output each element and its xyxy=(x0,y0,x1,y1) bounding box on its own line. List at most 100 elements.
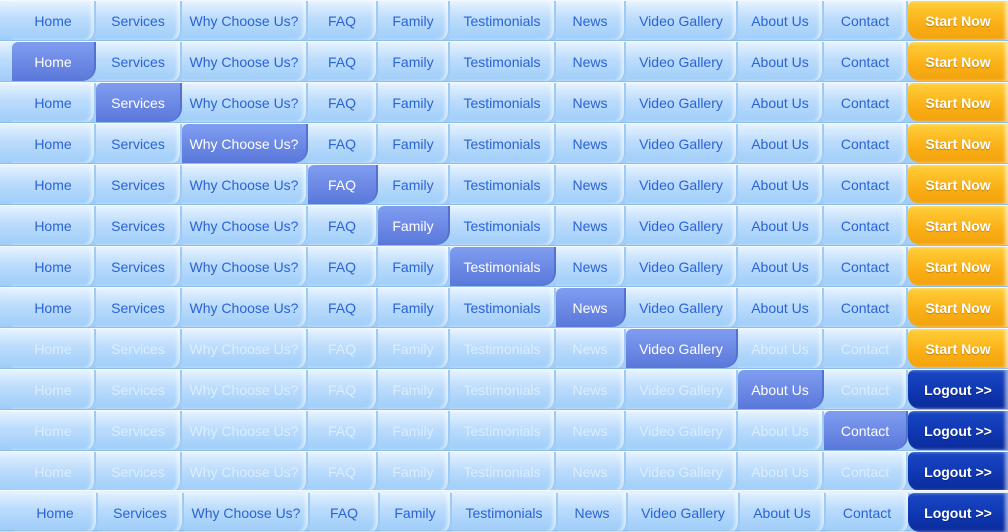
nav-item-about-us[interactable]: About Us xyxy=(740,493,826,532)
nav-item-news[interactable]: News xyxy=(556,329,626,368)
nav-item-about-us[interactable]: About Us xyxy=(738,42,824,81)
nav-item-home[interactable]: Home xyxy=(12,206,96,245)
nav-item-testimonials[interactable]: Testimonials xyxy=(450,288,556,327)
nav-item-home[interactable]: Home xyxy=(12,288,96,327)
nav-item-news[interactable]: News xyxy=(556,452,626,491)
nav-item-video-gallery[interactable]: Video Gallery xyxy=(626,288,738,327)
nav-item-home[interactable]: Home xyxy=(12,411,96,450)
nav-item-testimonials[interactable]: Testimonials xyxy=(450,124,556,163)
nav-item-family[interactable]: Family xyxy=(378,452,450,491)
nav-item-news[interactable]: News xyxy=(556,42,626,81)
nav-item-family[interactable]: Family xyxy=(378,165,450,204)
nav-item-family[interactable]: Family xyxy=(378,206,450,245)
nav-item-about-us[interactable]: About Us xyxy=(738,247,824,286)
nav-item-testimonials[interactable]: Testimonials xyxy=(450,165,556,204)
nav-item-testimonials[interactable]: Testimonials xyxy=(450,452,556,491)
nav-item-about-us[interactable]: About Us xyxy=(738,370,824,409)
nav-item-news[interactable]: News xyxy=(556,288,626,327)
nav-item-family[interactable]: Family xyxy=(378,288,450,327)
nav-item-news[interactable]: News xyxy=(556,370,626,409)
nav-item-services[interactable]: Services xyxy=(96,411,182,450)
nav-item-why-choose-us[interactable]: Why Choose Us? xyxy=(182,124,308,163)
nav-item-home[interactable]: Home xyxy=(12,124,96,163)
start-now-button[interactable]: Start Now xyxy=(908,247,1008,286)
logout-button[interactable]: Logout >> xyxy=(908,493,1008,532)
nav-item-why-choose-us[interactable]: Why Choose Us? xyxy=(182,206,308,245)
nav-item-why-choose-us[interactable]: Why Choose Us? xyxy=(182,1,308,40)
nav-item-video-gallery[interactable]: Video Gallery xyxy=(626,165,738,204)
nav-item-faq[interactable]: FAQ xyxy=(308,124,378,163)
nav-item-services[interactable]: Services xyxy=(96,165,182,204)
logout-button[interactable]: Logout >> xyxy=(908,370,1008,409)
nav-item-services[interactable]: Services xyxy=(96,452,182,491)
nav-item-services[interactable]: Services xyxy=(96,1,182,40)
nav-item-news[interactable]: News xyxy=(556,165,626,204)
start-now-button[interactable]: Start Now xyxy=(908,206,1008,245)
nav-item-family[interactable]: Family xyxy=(378,411,450,450)
nav-item-testimonials[interactable]: Testimonials xyxy=(450,206,556,245)
nav-item-video-gallery[interactable]: Video Gallery xyxy=(626,247,738,286)
nav-item-about-us[interactable]: About Us xyxy=(738,329,824,368)
start-now-button[interactable]: Start Now xyxy=(908,42,1008,81)
nav-item-contact[interactable]: Contact xyxy=(824,329,908,368)
nav-item-faq[interactable]: FAQ xyxy=(308,370,378,409)
nav-item-family[interactable]: Family xyxy=(378,124,450,163)
nav-item-why-choose-us[interactable]: Why Choose Us? xyxy=(182,329,308,368)
nav-item-contact[interactable]: Contact xyxy=(824,247,908,286)
nav-item-family[interactable]: Family xyxy=(378,247,450,286)
logout-button[interactable]: Logout >> xyxy=(908,452,1008,491)
nav-item-home[interactable]: Home xyxy=(12,247,96,286)
nav-item-news[interactable]: News xyxy=(556,247,626,286)
nav-item-home[interactable]: Home xyxy=(14,493,98,532)
nav-item-family[interactable]: Family xyxy=(380,493,452,532)
nav-item-news[interactable]: News xyxy=(556,206,626,245)
nav-item-testimonials[interactable]: Testimonials xyxy=(450,1,556,40)
start-now-button[interactable]: Start Now xyxy=(908,1,1008,40)
nav-item-about-us[interactable]: About Us xyxy=(738,411,824,450)
nav-item-contact[interactable]: Contact xyxy=(824,206,908,245)
start-now-button[interactable]: Start Now xyxy=(908,124,1008,163)
start-now-button[interactable]: Start Now xyxy=(908,83,1008,122)
nav-item-faq[interactable]: FAQ xyxy=(308,165,378,204)
nav-item-video-gallery[interactable]: Video Gallery xyxy=(626,42,738,81)
nav-item-about-us[interactable]: About Us xyxy=(738,452,824,491)
nav-item-contact[interactable]: Contact xyxy=(824,42,908,81)
start-now-button[interactable]: Start Now xyxy=(908,329,1008,368)
nav-item-faq[interactable]: FAQ xyxy=(308,206,378,245)
nav-item-contact[interactable]: Contact xyxy=(824,83,908,122)
nav-item-services[interactable]: Services xyxy=(96,83,182,122)
nav-item-news[interactable]: News xyxy=(558,493,628,532)
nav-item-faq[interactable]: FAQ xyxy=(308,42,378,81)
nav-item-family[interactable]: Family xyxy=(378,329,450,368)
nav-item-news[interactable]: News xyxy=(556,411,626,450)
nav-item-faq[interactable]: FAQ xyxy=(310,493,380,532)
nav-item-family[interactable]: Family xyxy=(378,1,450,40)
nav-item-video-gallery[interactable]: Video Gallery xyxy=(626,1,738,40)
nav-item-video-gallery[interactable]: Video Gallery xyxy=(626,370,738,409)
nav-item-contact[interactable]: Contact xyxy=(826,493,910,532)
nav-item-contact[interactable]: Contact xyxy=(824,370,908,409)
nav-item-contact[interactable]: Contact xyxy=(824,411,908,450)
nav-item-about-us[interactable]: About Us xyxy=(738,83,824,122)
nav-item-contact[interactable]: Contact xyxy=(824,288,908,327)
nav-item-why-choose-us[interactable]: Why Choose Us? xyxy=(182,42,308,81)
nav-item-services[interactable]: Services xyxy=(96,329,182,368)
nav-item-video-gallery[interactable]: Video Gallery xyxy=(626,83,738,122)
nav-item-about-us[interactable]: About Us xyxy=(738,1,824,40)
nav-item-faq[interactable]: FAQ xyxy=(308,329,378,368)
nav-item-news[interactable]: News xyxy=(556,83,626,122)
nav-item-family[interactable]: Family xyxy=(378,83,450,122)
start-now-button[interactable]: Start Now xyxy=(908,288,1008,327)
nav-item-video-gallery[interactable]: Video Gallery xyxy=(626,206,738,245)
nav-item-about-us[interactable]: About Us xyxy=(738,165,824,204)
nav-item-home[interactable]: Home xyxy=(12,329,96,368)
nav-item-services[interactable]: Services xyxy=(96,370,182,409)
nav-item-testimonials[interactable]: Testimonials xyxy=(450,247,556,286)
logout-button[interactable]: Logout >> xyxy=(908,411,1008,450)
nav-item-services[interactable]: Services xyxy=(96,247,182,286)
nav-item-testimonials[interactable]: Testimonials xyxy=(450,42,556,81)
nav-item-services[interactable]: Services xyxy=(96,124,182,163)
nav-item-home[interactable]: Home xyxy=(12,1,96,40)
nav-item-services[interactable]: Services xyxy=(98,493,184,532)
nav-item-why-choose-us[interactable]: Why Choose Us? xyxy=(182,83,308,122)
